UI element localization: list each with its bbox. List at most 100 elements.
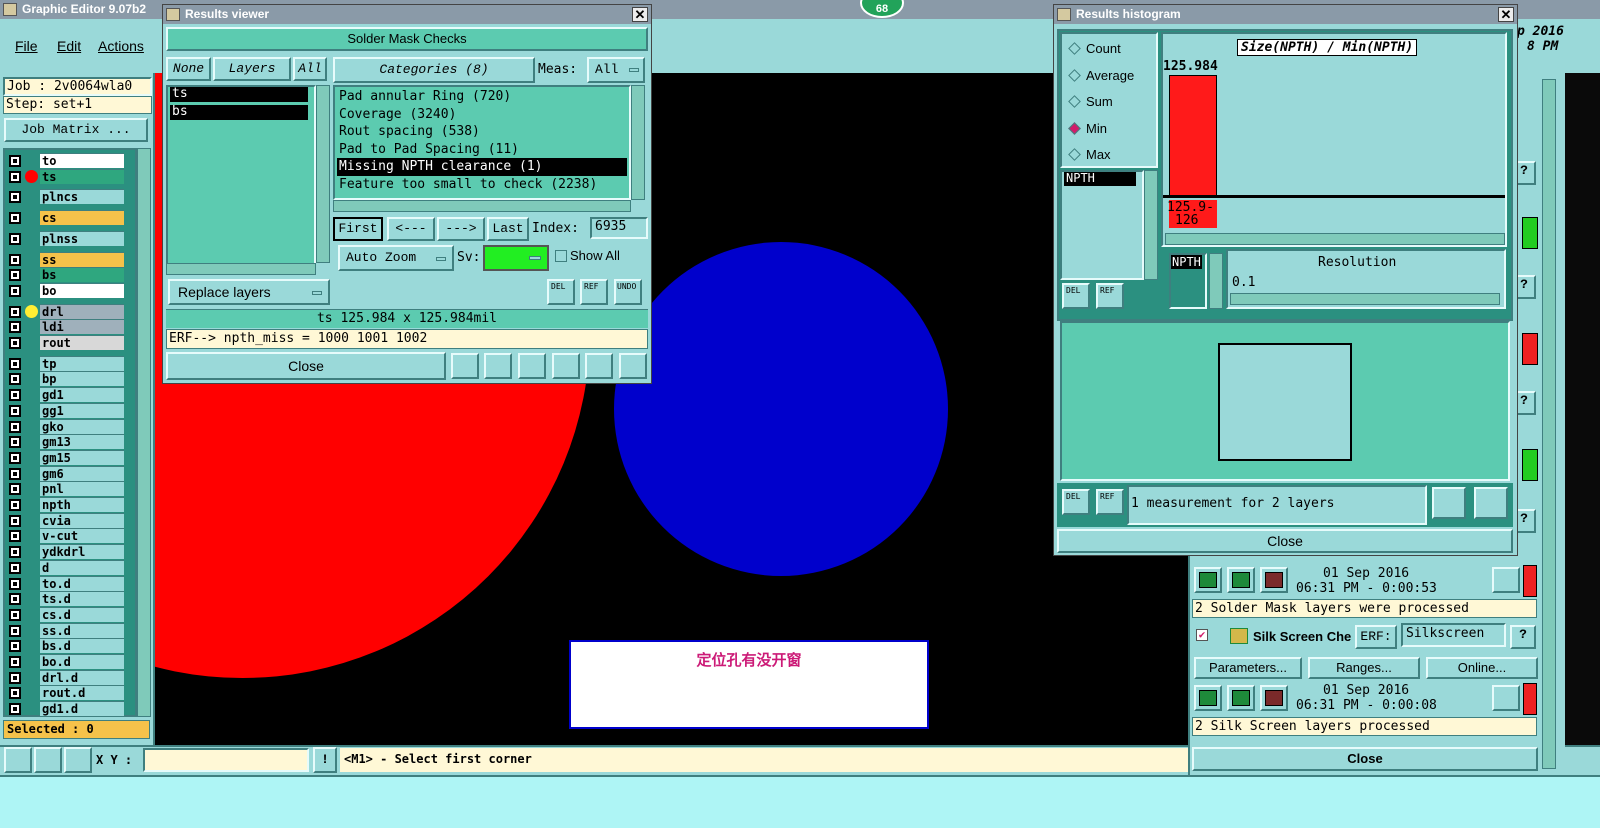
layer-name[interactable]: cs xyxy=(40,210,124,226)
layer-name[interactable]: ydkdrl xyxy=(40,544,124,560)
layer-checkbox[interactable] xyxy=(9,253,21,266)
layer-row-bs.d[interactable]: bs.d xyxy=(8,638,124,654)
option-average[interactable]: Average xyxy=(1068,67,1134,85)
none-button[interactable]: None xyxy=(166,57,211,81)
run-icon-1[interactable] xyxy=(1194,567,1222,593)
layer-row-plncs[interactable]: plncs xyxy=(8,189,124,205)
next-button[interactable]: ---> xyxy=(437,217,485,241)
resolution-slider[interactable] xyxy=(1230,293,1500,305)
layer-row-drl.d[interactable]: drl.d xyxy=(8,669,124,685)
layer-checkbox[interactable] xyxy=(9,170,21,183)
hist-del-icon[interactable]: DEL xyxy=(1062,283,1090,309)
layer-checkbox[interactable] xyxy=(9,155,21,167)
histogram-icon[interactable] xyxy=(619,353,647,379)
layer-checkbox[interactable] xyxy=(9,483,21,496)
ss-erf-button[interactable]: ERF: xyxy=(1355,625,1397,649)
layer-name[interactable]: bo.d xyxy=(40,654,124,669)
hist-chart-hscroll[interactable] xyxy=(1165,233,1505,245)
prev-button[interactable]: <--- xyxy=(387,217,435,241)
layer-checkbox[interactable] xyxy=(9,593,21,606)
layer-checkbox[interactable] xyxy=(9,561,21,574)
layer-checkbox[interactable] xyxy=(9,389,21,402)
menu-file[interactable]: File xyxy=(15,38,38,54)
layer-row-tp[interactable]: tp xyxy=(8,355,124,371)
layer-name[interactable]: bs.d xyxy=(40,638,124,654)
parameters-button[interactable]: Parameters... xyxy=(1194,657,1302,679)
ref-icon[interactable]: REF xyxy=(580,279,608,305)
run-icon-3[interactable] xyxy=(1260,567,1288,593)
layer-row-ss.d[interactable]: ss.d xyxy=(8,622,124,638)
layer-checkbox[interactable] xyxy=(9,451,21,464)
layer-row-rout[interactable]: rout xyxy=(8,335,124,350)
layer-row-rout.d[interactable]: rout.d xyxy=(8,685,124,701)
layer-name[interactable]: cs.d xyxy=(40,606,124,622)
rv-close-icon[interactable]: ✕ xyxy=(632,7,648,22)
run-icon-6[interactable] xyxy=(1260,685,1288,711)
layer-row-gm6[interactable]: gm6 xyxy=(8,465,124,481)
layer-row-ts[interactable]: ts xyxy=(8,168,124,184)
layer-row-to.d[interactable]: to.d xyxy=(8,575,124,591)
layer-checkbox[interactable] xyxy=(9,305,21,318)
layer-name[interactable]: ts xyxy=(40,168,124,184)
categories-button[interactable]: Categories (8) xyxy=(333,57,535,83)
layer-name[interactable]: ts.d xyxy=(40,591,124,607)
layer-row-bs[interactable]: bs xyxy=(8,267,124,283)
layer-name[interactable]: bp xyxy=(40,371,124,387)
layer-row-gm13[interactable]: gm13 xyxy=(8,434,124,450)
layer-name[interactable]: cvia xyxy=(40,512,124,528)
report-icon[interactable] xyxy=(552,353,580,379)
layer-row-gd1.d[interactable]: gd1.d xyxy=(8,701,124,717)
rv-close-button[interactable]: Close xyxy=(166,352,446,380)
run-icon-5[interactable] xyxy=(1227,685,1255,711)
layer-checkbox[interactable] xyxy=(9,284,21,297)
layer-name[interactable]: gd1 xyxy=(40,387,124,403)
replace-layers-select[interactable]: Replace layers xyxy=(168,279,330,305)
layer-row-ss[interactable]: ss xyxy=(8,251,124,267)
zoom-icon-1[interactable] xyxy=(1492,567,1520,593)
hist-list-vscroll[interactable] xyxy=(1144,170,1158,280)
layer-row-v-cut[interactable]: v-cut xyxy=(8,528,124,544)
category-item[interactable]: Pad annular Ring (720) xyxy=(337,88,627,106)
layer-row-gd1[interactable]: gd1 xyxy=(8,387,124,403)
layer-row-drl[interactable]: drl xyxy=(8,303,124,319)
zoom-icon-2[interactable] xyxy=(1492,685,1520,711)
layer-checkbox[interactable] xyxy=(9,640,21,653)
layer-name[interactable]: pnl xyxy=(40,481,124,497)
erf-icon[interactable] xyxy=(518,353,546,379)
option-min[interactable]: Min xyxy=(1068,120,1107,138)
measure-icon[interactable] xyxy=(34,747,62,773)
layer-row-npth[interactable]: npth xyxy=(8,497,124,512)
layer-row-ts.d[interactable]: ts.d xyxy=(8,591,124,607)
category-item[interactable]: Pad to Pad Spacing (11) xyxy=(337,141,627,159)
layer-name[interactable]: v-cut xyxy=(40,528,124,544)
layer-list-scrollbar[interactable] xyxy=(137,148,151,717)
layer-row-pnl[interactable]: pnl xyxy=(8,481,124,497)
layer-row-ydkdrl[interactable]: ydkdrl xyxy=(8,544,124,560)
layer-name[interactable]: gm15 xyxy=(40,449,124,465)
option-max[interactable]: Max xyxy=(1068,146,1111,164)
auto-zoom-select[interactable]: Auto Zoom xyxy=(338,245,454,271)
layer-item-ts[interactable]: ts xyxy=(170,87,308,102)
layer-checkbox[interactable] xyxy=(9,232,21,245)
layer-checkbox[interactable] xyxy=(9,703,21,716)
hist-close-icon[interactable]: ✕ xyxy=(1498,7,1514,22)
filter-icon[interactable] xyxy=(451,353,479,379)
hist-del-icon-2[interactable]: DEL xyxy=(1062,489,1090,515)
layer-checkbox[interactable] xyxy=(9,671,21,684)
online-button[interactable]: Online... xyxy=(1426,657,1538,679)
xy-input[interactable] xyxy=(143,748,309,772)
layer-checkbox[interactable] xyxy=(9,514,21,527)
menu-edit[interactable]: Edit xyxy=(57,38,81,54)
ranges-button[interactable]: Ranges... xyxy=(1308,657,1420,679)
snap-icon[interactable] xyxy=(4,747,32,773)
layer-name[interactable]: tp xyxy=(40,355,124,371)
layer-name[interactable]: drl xyxy=(40,303,124,319)
category-item[interactable]: Coverage (3240) xyxy=(337,106,627,124)
help-button-ss[interactable]: ? xyxy=(1510,625,1536,649)
layer-row-bo.d[interactable]: bo.d xyxy=(8,654,124,669)
layer-name[interactable]: to.d xyxy=(40,575,124,591)
layer-row-ldi[interactable]: ldi xyxy=(8,319,124,335)
undo-icon[interactable]: UNDO xyxy=(614,279,642,305)
layer-row-plnss[interactable]: plnss xyxy=(8,230,124,246)
layer-name[interactable]: drl.d xyxy=(40,669,124,685)
